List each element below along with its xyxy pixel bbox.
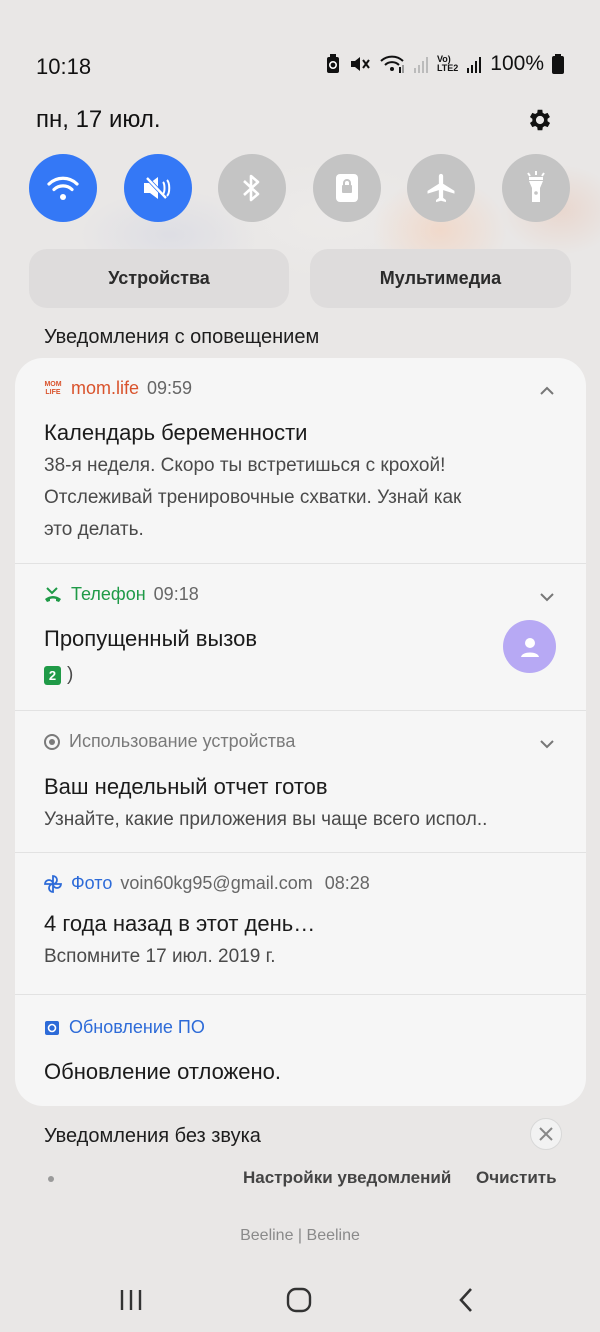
wifi-toggle[interactable]: [29, 154, 97, 222]
notification-header: Телефон 09:18: [43, 584, 199, 605]
lte-label: Vo) LTE2: [437, 55, 458, 73]
status-time: 10:18: [36, 54, 92, 79]
battery-saver-icon: [326, 54, 339, 73]
digital-wellbeing-icon: [44, 733, 60, 750]
alerting-section-title: Уведомления с оповещением: [44, 326, 320, 348]
media-button[interactable]: Мультимедиа: [310, 249, 571, 308]
mute-toggle[interactable]: [124, 154, 192, 222]
portrait-lock-icon: [336, 174, 358, 202]
battery-icon: [552, 54, 564, 74]
wifi-status-icon: [380, 55, 404, 73]
body-line: Отслеживай тренировочные схватки. Узнай …: [44, 487, 462, 508]
notification-momlife[interactable]: MOM LIFE mom.life 09:59 Календарь береме…: [15, 358, 586, 564]
sound-mute-icon: [144, 176, 171, 200]
notification-time: 09:59: [147, 378, 193, 398]
notification-title: Календарь беременности: [44, 420, 308, 445]
notification-body: Вспомните 17 июл. 2019 г.: [44, 946, 276, 967]
airplane-mode-toggle[interactable]: [407, 154, 475, 222]
chevron-down-icon[interactable]: [538, 588, 556, 606]
body-line: это делать.: [44, 519, 144, 540]
notification-body: 38-я неделя. Скоро ты встретишься с крох…: [44, 450, 546, 546]
notification-body: Узнайте, какие приложения вы чаще всего …: [44, 809, 488, 830]
notification-title: Ваш недельный отчет готов: [44, 774, 328, 799]
date-label: пн, 17 июл.: [36, 106, 161, 133]
sim2-badge: 2: [44, 665, 61, 685]
person-icon: [520, 637, 539, 657]
wifi-icon: [47, 176, 79, 200]
notification-time: 08:28: [324, 873, 370, 893]
rotation-lock-toggle[interactable]: [313, 154, 381, 222]
notification-title: Пропущенный вызов: [44, 626, 258, 651]
notification-header: Использование устройства: [43, 731, 295, 752]
battery-percent: 100%: [490, 52, 544, 75]
caller-text: ): [67, 664, 74, 685]
notification-photos[interactable]: Фото voin60kg95@gmail.com 08:28 4 года н…: [15, 853, 586, 995]
account-email: voin60kg95@gmail.com: [120, 873, 313, 893]
momlife-app-icon: MOM LIFE: [44, 380, 62, 396]
notification-title: 4 года назад в этот день…: [44, 911, 316, 936]
notification-header: MOM LIFE mom.life 09:59: [43, 378, 192, 399]
notification-time: 09:18: [153, 584, 199, 604]
bluetooth-toggle[interactable]: [218, 154, 286, 222]
page-indicator-dot: [48, 1176, 54, 1182]
app-name: Телефон: [71, 584, 146, 604]
notification-header: Фото voin60kg95@gmail.com 08:28: [43, 873, 370, 894]
app-name: Фото: [71, 873, 113, 893]
notification-card: MOM LIFE mom.life 09:59 Календарь береме…: [15, 358, 586, 1106]
chevron-down-icon[interactable]: [538, 735, 556, 753]
chevron-up-icon[interactable]: [538, 382, 556, 400]
flashlight-icon: [527, 171, 545, 202]
body-line: 38-я неделя. Скоро ты встретишься с крох…: [44, 455, 446, 476]
status-icons: Vo) LTE2 100%: [325, 52, 564, 76]
silent-section-title: Уведомления без звука: [44, 1125, 261, 1147]
settings-gear-icon[interactable]: [526, 106, 554, 134]
back-icon[interactable]: [456, 1287, 476, 1313]
recent-apps-icon[interactable]: [118, 1288, 144, 1312]
carrier-label: Beeline | Beeline: [240, 1227, 360, 1244]
flashlight-toggle[interactable]: [502, 154, 570, 222]
contact-avatar[interactable]: [503, 620, 556, 673]
software-update-icon: [45, 1020, 59, 1035]
notification-settings-button[interactable]: Настройки уведомлений: [243, 1168, 451, 1188]
notification-device-usage[interactable]: Использование устройства Ваш недельный о…: [15, 711, 586, 853]
home-icon[interactable]: [285, 1287, 313, 1313]
close-icon: [539, 1127, 553, 1141]
airplane-icon: [427, 173, 455, 203]
clear-all-button[interactable]: Очистить: [476, 1168, 557, 1188]
app-name: Использование устройства: [69, 731, 296, 751]
lte-label-bottom: LTE2: [436, 63, 459, 73]
dismiss-silent-button[interactable]: [530, 1118, 562, 1150]
bluetooth-icon: [243, 174, 260, 202]
notification-body: 2 ): [44, 664, 73, 686]
devices-button[interactable]: Устройства: [29, 249, 289, 308]
notification-header: Обновление ПО: [43, 1017, 205, 1038]
app-name: Обновление ПО: [69, 1017, 205, 1037]
notification-title: Обновление отложено.: [44, 1059, 282, 1084]
mute-icon: [350, 57, 370, 71]
navigation-bar: [0, 1280, 600, 1320]
notification-software-update[interactable]: Обновление ПО Обновление отложено.: [15, 995, 586, 1106]
photos-pinwheel-icon: [44, 874, 62, 893]
notification-phone[interactable]: Телефон 09:18 Пропущенный вызов 2 ): [15, 564, 586, 711]
signal-2-icon: [467, 57, 482, 73]
app-name: mom.life: [71, 378, 140, 398]
signal-1-icon: [413, 57, 428, 73]
missed-call-icon: [45, 586, 61, 602]
